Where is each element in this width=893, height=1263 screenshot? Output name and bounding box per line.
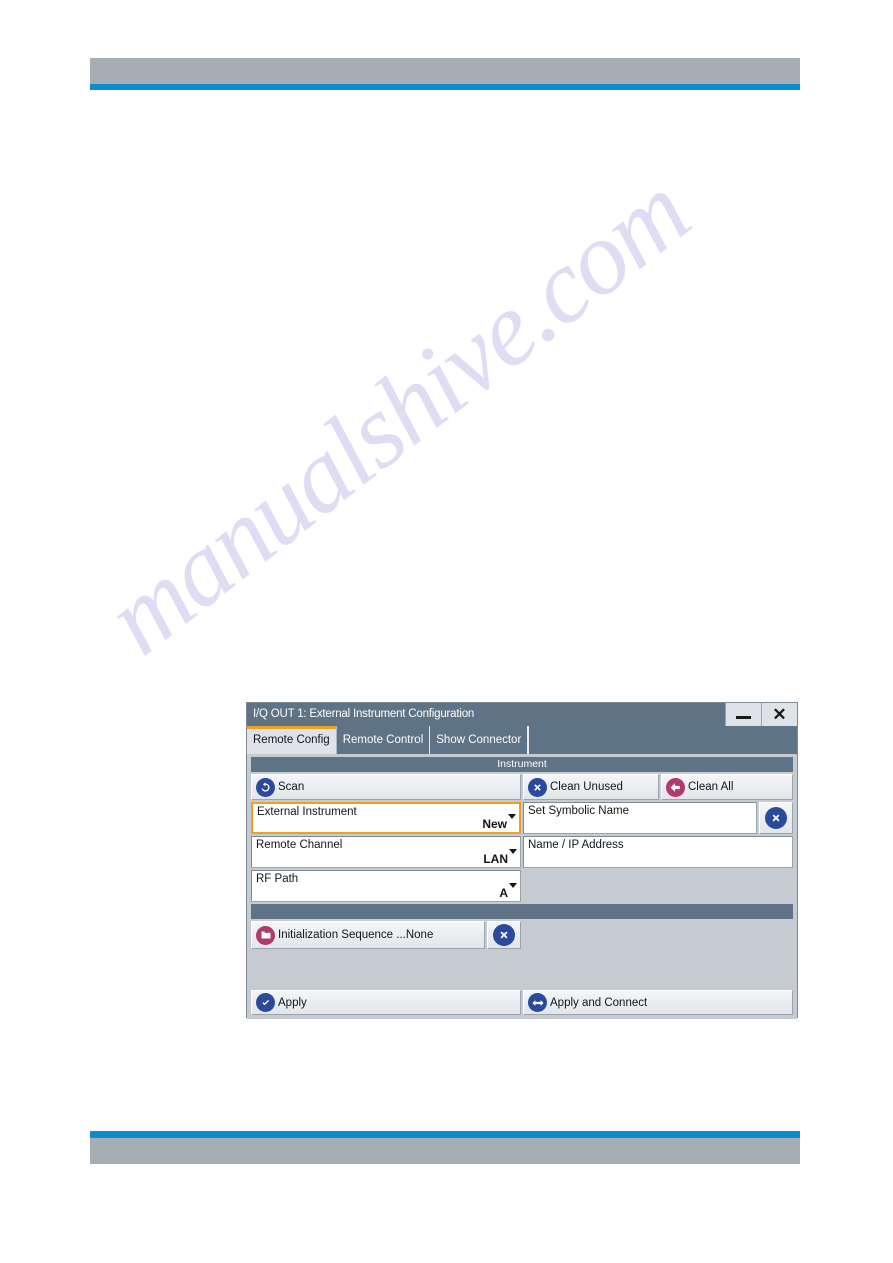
rf-path-row-filler [521, 870, 793, 902]
remote-channel-field[interactable]: Remote Channel LAN [251, 836, 521, 868]
initialization-sequence-row: Initialization Sequence ... None [251, 921, 793, 949]
clean-all-label: Clean All [688, 781, 734, 793]
apply-label: Apply [278, 996, 307, 1009]
name-ip-address-input[interactable]: Name / IP Address [523, 836, 793, 868]
initialization-sequence-row-filler [521, 921, 793, 949]
rf-path-row: RF Path A [251, 870, 793, 902]
chevron-down-icon [509, 883, 517, 888]
minimize-button[interactable] [725, 703, 761, 726]
tab-show-connector-label: Show Connector [436, 734, 522, 746]
tab-remote-control[interactable]: Remote Control [336, 726, 431, 754]
tab-remote-control-label: Remote Control [342, 734, 424, 746]
initialization-sequence-button[interactable]: Initialization Sequence ... None [251, 921, 485, 949]
dialog-title: I/Q OUT 1: External Instrument Configura… [253, 708, 475, 720]
apply-and-connect-label: Apply and Connect [550, 996, 648, 1009]
dialog-footer-actions: Apply Apply and Connect [251, 990, 793, 1015]
clean-all-button[interactable]: Clean All [661, 774, 793, 800]
close-circle-icon [493, 924, 515, 946]
clear-symbolic-name-button[interactable] [759, 802, 793, 834]
close-circle-icon [765, 807, 787, 829]
close-button[interactable]: ✕ [761, 703, 797, 726]
remote-channel-value: LAN [483, 852, 508, 866]
arrows-left-right-icon [528, 993, 547, 1012]
tab-show-connector[interactable]: Show Connector [430, 726, 529, 754]
watermark-text: manualshive.com [83, 152, 710, 677]
clean-unused-button[interactable]: Clean Unused [523, 774, 659, 800]
external-instrument-label: External Instrument [257, 806, 357, 818]
apply-and-connect-button[interactable]: Apply and Connect [523, 990, 793, 1015]
minimize-icon [736, 716, 751, 719]
scan-label: Scan [278, 781, 305, 793]
tab-remote-config[interactable]: Remote Config [247, 726, 337, 754]
clear-initialization-sequence-button[interactable] [487, 921, 521, 949]
set-symbolic-name-input[interactable]: Set Symbolic Name [523, 802, 757, 834]
dialog-titlebar: I/Q OUT 1: External Instrument Configura… [247, 703, 797, 726]
scan-button[interactable]: Scan [251, 774, 521, 800]
remote-channel-label: Remote Channel [256, 839, 343, 851]
page-footer-rule [90, 1131, 800, 1138]
rf-path-label: RF Path [256, 873, 299, 885]
folder-open-icon [256, 925, 275, 945]
tab-remote-config-label: Remote Config [253, 734, 330, 746]
rf-path-value: A [499, 886, 508, 900]
set-symbolic-name-label: Set Symbolic Name [528, 805, 629, 817]
page-header-rule [90, 84, 800, 90]
chevron-down-icon [508, 814, 516, 819]
rf-path-field[interactable]: RF Path A [251, 870, 521, 902]
refresh-icon [256, 777, 275, 797]
dialog-content: Instrument Scan Clean Unused Clean All E… [247, 754, 797, 1019]
page-footer-bar [90, 1138, 800, 1164]
external-instrument-value: New [482, 817, 507, 831]
instrument-section-header: Instrument [251, 757, 793, 772]
apply-button[interactable]: Apply [251, 990, 521, 1015]
arrow-left-icon [666, 777, 685, 797]
clean-unused-label: Clean Unused [550, 781, 623, 793]
check-icon [256, 993, 275, 1012]
external-instrument-configuration-dialog: I/Q OUT 1: External Instrument Configura… [246, 702, 798, 1019]
chevron-down-icon [509, 849, 517, 854]
close-circle-icon [528, 777, 547, 797]
tabbar-filler [528, 726, 797, 754]
close-icon: ✕ [772, 705, 787, 724]
dialog-tabbar: Remote Config Remote Control Show Connec… [247, 726, 797, 754]
name-ip-address-label: Name / IP Address [528, 839, 624, 851]
external-instrument-row: External Instrument New Set Symbolic Nam… [251, 802, 793, 834]
remote-channel-row: Remote Channel LAN Name / IP Address [251, 836, 793, 868]
initialization-sequence-label: Initialization Sequence ... [278, 929, 406, 941]
page-header-bar [90, 58, 800, 84]
secondary-section-header [251, 904, 793, 919]
external-instrument-field[interactable]: External Instrument New [251, 802, 521, 834]
initialization-sequence-value: None [405, 929, 434, 941]
instrument-actions-row: Scan Clean Unused Clean All [251, 774, 793, 800]
